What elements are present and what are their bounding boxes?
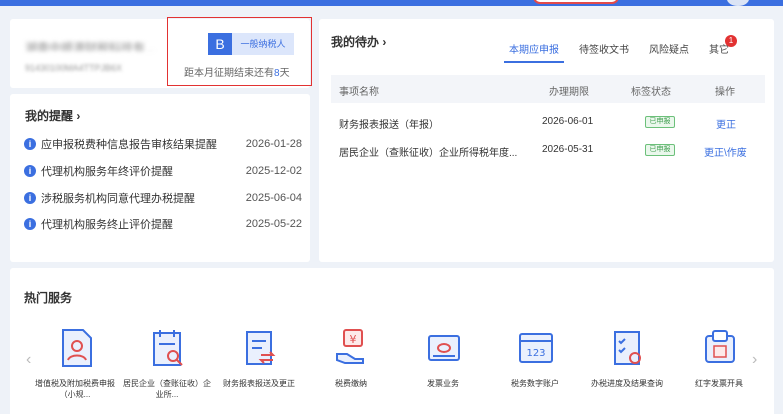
table-row: 财务报表报送（年报） 2026-06-01 已申报 更正 <box>339 116 736 131</box>
company-tax-id: 91430100MA4TTPJB6X <box>25 63 123 73</box>
tab-risk-points[interactable]: 风险疑点 <box>649 41 689 63</box>
tab-other[interactable]: 其它 1 <box>709 35 737 63</box>
taxpayer-credit-badge: B <box>208 33 232 55</box>
service-red-invoice[interactable]: 红字发票开具 <box>673 328 765 408</box>
reminder-item[interactable]: i 应申报税费种信息报告审核结果提醒 2026-01-28 <box>24 136 308 152</box>
service-tax-payment[interactable]: ¥ 税费缴纳 <box>305 328 397 408</box>
report-swap-icon <box>246 331 276 365</box>
tab-pending-documents[interactable]: 待签收文书 <box>579 41 629 63</box>
todo-panel: 我的待办 › 本期应申报 待签收文书 风险疑点 其它 1 事项名称 办理期限 标签… <box>319 19 774 262</box>
correct-link[interactable]: 更正 <box>716 116 736 131</box>
progress-query-icon <box>614 331 641 365</box>
top-header <box>0 0 783 6</box>
todo-title[interactable]: 我的待办 › <box>331 33 386 50</box>
todo-table-header: 事项名称 办理期限 标签状态 操作 <box>331 75 765 103</box>
service-invoice[interactable]: 发票业务 <box>397 328 489 408</box>
hand-yuan-icon: ¥ <box>336 329 364 364</box>
status-badge: 已申报 <box>645 116 675 128</box>
calendar-search-icon <box>153 330 183 366</box>
info-icon: i <box>24 218 36 230</box>
svg-text:123: 123 <box>526 348 545 359</box>
correct-void-link[interactable]: 更正\作废 <box>704 144 747 159</box>
table-row: 居民企业（查账征收）企业所得税年度... 2026-05-31 已申报 更正\作… <box>339 144 747 159</box>
header-highlight-button[interactable] <box>533 0 619 4</box>
info-icon: i <box>24 138 36 150</box>
company-name: 湖南中顺源财税科技有... <box>25 41 156 51</box>
invoice-icon <box>428 335 460 361</box>
info-icon: i <box>24 165 36 177</box>
reminder-item[interactable]: i 涉税服务机构同意代理办税提醒 2025-06-04 <box>24 190 308 206</box>
todo-tabs: 本期应申报 待签收文书 风险疑点 其它 1 <box>504 35 749 63</box>
person-document-icon <box>62 329 92 367</box>
hot-services-panel: 热门服务 ‹ › 增值税及附加税费申报（小规... 居民企业（查账征收）企业所.… <box>10 268 774 414</box>
digital-account-icon: 123 <box>519 333 553 363</box>
red-invoice-icon <box>705 330 735 363</box>
service-progress-query[interactable]: 办税进度及结果查询 <box>581 328 673 408</box>
service-digital-account[interactable]: 123 税务数字账户 <box>489 328 581 408</box>
taxpayer-type-badge: 一般纳税人 <box>232 33 294 55</box>
deadline-notice: 距本月征期结束还有8天 <box>184 68 290 79</box>
tab-current-filing[interactable]: 本期应申报 <box>504 41 564 63</box>
info-icon: i <box>24 192 36 204</box>
service-corporate-income-tax[interactable]: 居民企业（查账征收）企业所... <box>121 328 213 408</box>
avatar[interactable] <box>727 0 749 6</box>
svg-text:¥: ¥ <box>350 333 357 346</box>
reminder-item[interactable]: i 代理机构服务终止评价提醒 2025-05-22 <box>24 216 308 232</box>
services-title: 热门服务 <box>24 291 73 305</box>
service-vat-filing[interactable]: 增值税及附加税费申报（小规... <box>29 328 121 408</box>
status-badge: 已申报 <box>645 144 675 156</box>
reminders-panel: 我的提醒 › i 应申报税费种信息报告审核结果提醒 2026-01-28 i 代… <box>10 94 310 262</box>
reminders-title[interactable]: 我的提醒 › <box>25 107 80 124</box>
notification-badge: 1 <box>725 35 737 47</box>
service-financial-statements[interactable]: 财务报表报送及更正 <box>213 328 305 408</box>
reminder-item[interactable]: i 代理机构服务年终评价提醒 2025-12-02 <box>24 163 308 179</box>
